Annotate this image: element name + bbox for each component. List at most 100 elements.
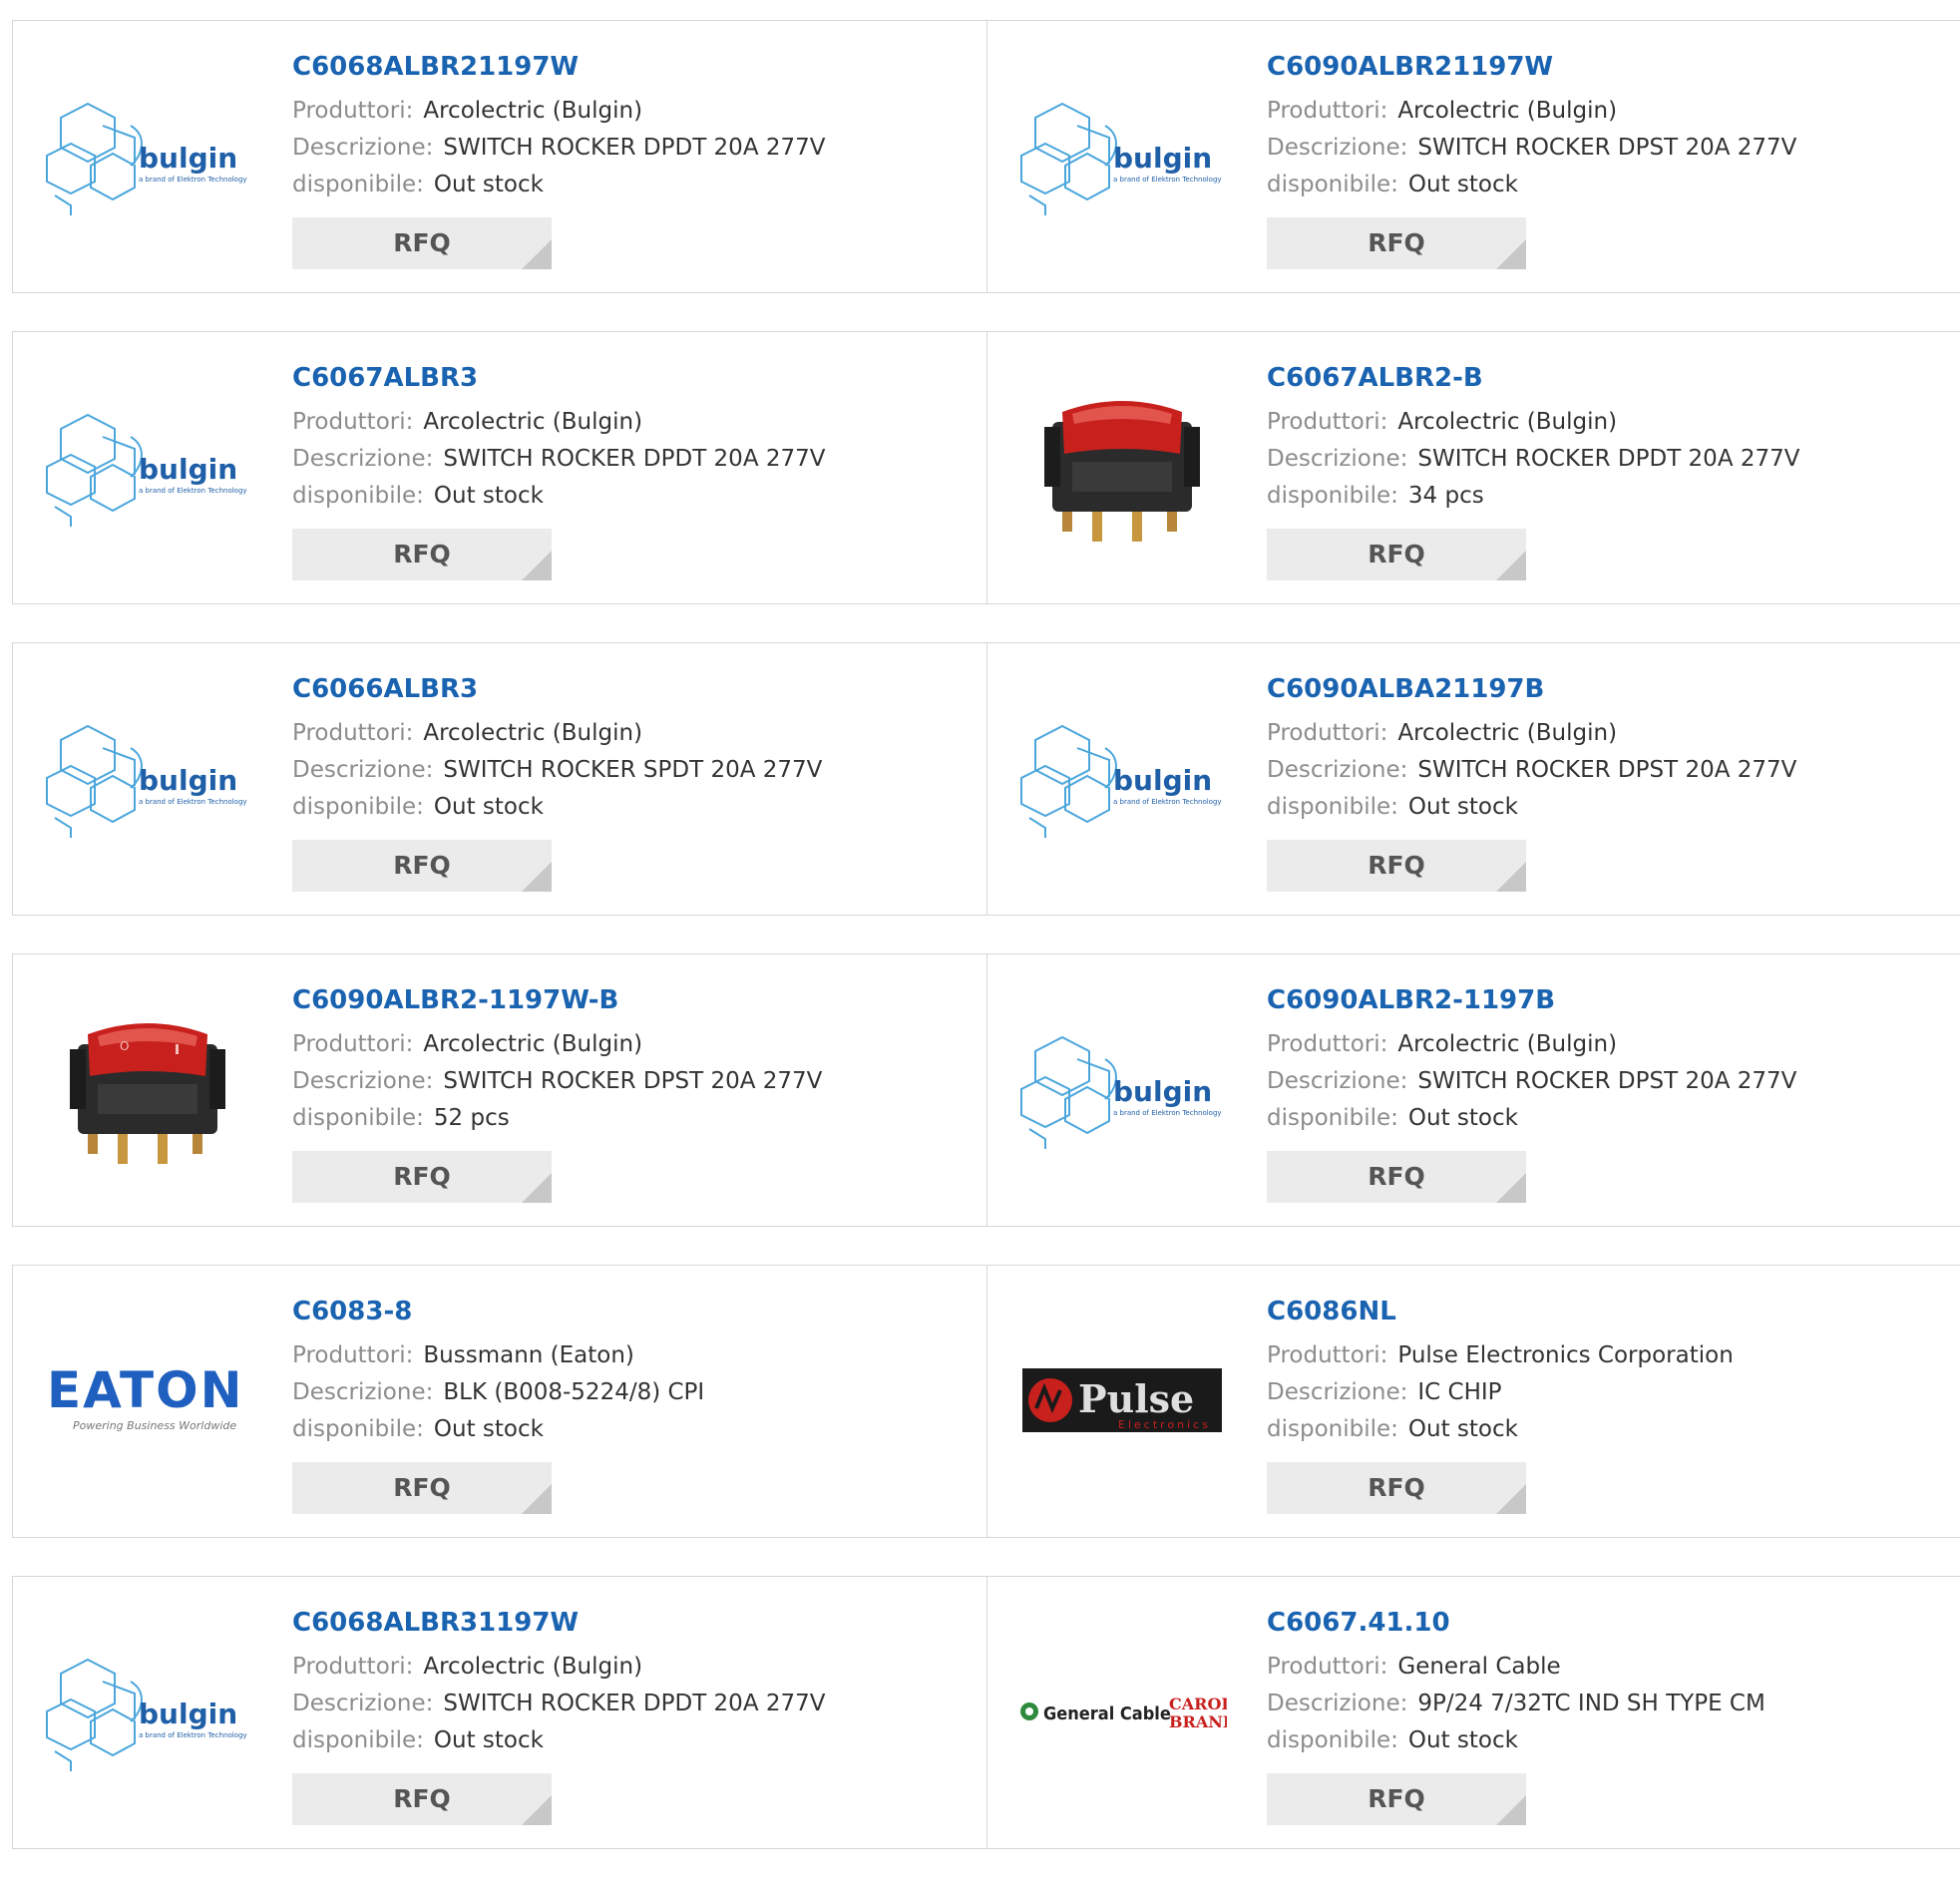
part-number-link[interactable]: C6090ALBR2-1197W-B [292, 982, 822, 1018]
rfq-button[interactable]: RFQ [292, 840, 552, 892]
part-number-link[interactable]: C6068ALBR21197W [292, 49, 826, 85]
rfq-button[interactable]: RFQ [1267, 840, 1526, 892]
rfq-label: RFQ [1368, 851, 1425, 880]
rfq-button[interactable]: RFQ [292, 1151, 552, 1203]
availability-label: disponibile: [292, 483, 424, 509]
description-label: Descrizione: [1267, 135, 1408, 161]
availability-label: disponibile: [1267, 1416, 1398, 1442]
manufacturer-label: Produttori: [1267, 98, 1388, 124]
product-card: bulgin a brand of Elektron Technology C6… [986, 643, 1960, 915]
product-card: General Cable CAROL BRAND C6067.41.10 Pr… [986, 1577, 1960, 1848]
rfq-button[interactable]: RFQ [1267, 1773, 1526, 1825]
svg-text:CAROL: CAROL [1169, 1695, 1227, 1713]
availability-line: disponibile: Out stock [1267, 789, 1796, 826]
availability-label: disponibile: [292, 1105, 424, 1131]
manufacturer-label: Produttori: [292, 1031, 414, 1057]
manufacturer-value: Pulse Electronics Corporation [1397, 1342, 1734, 1368]
svg-text:a brand of Elektron Technology: a brand of Elektron Technology [139, 1731, 247, 1739]
part-number-link[interactable]: C6068ALBR31197W [292, 1605, 826, 1641]
availability-line: disponibile: Out stock [292, 789, 822, 826]
part-number-link[interactable]: C6066ALBR3 [292, 671, 822, 707]
manufacturer-value: Arcolectric (Bulgin) [423, 409, 643, 435]
manufacturer-value: Arcolectric (Bulgin) [423, 720, 643, 746]
bulgin-logo: bulgin a brand of Elektron Technology [1020, 102, 1222, 215]
rfq-label: RFQ [393, 228, 451, 257]
rfq-button[interactable]: RFQ [1267, 217, 1526, 269]
rfq-button[interactable]: RFQ [1267, 1151, 1526, 1203]
product-info: C6067ALBR2-B Produttori: Arcolectric (Bul… [1267, 360, 1800, 580]
manufacturer-label: Produttori: [292, 98, 414, 124]
availability-line: disponibile: Out stock [292, 478, 826, 515]
part-number-link[interactable]: C6083-8 [292, 1294, 704, 1329]
product-card: bulgin a brand of Elektron Technology C6… [986, 954, 1960, 1226]
rfq-corner-decoration [522, 239, 552, 269]
rfq-label: RFQ [393, 851, 451, 880]
availability-line: disponibile: 52 pcs [292, 1100, 822, 1137]
rfq-corner-decoration [522, 1795, 552, 1825]
product-row: bulgin a brand of Elektron Technology C6… [12, 20, 1960, 293]
description-label: Descrizione: [292, 1068, 434, 1094]
part-number-link[interactable]: C6090ALBR21197W [1267, 49, 1796, 85]
availability-value: Out stock [433, 1727, 544, 1753]
manufacturer-line: Produttori: Arcolectric (Bulgin) [292, 715, 822, 752]
bulgin-logo: bulgin a brand of Elektron Technology [46, 413, 247, 527]
description-value: SWITCH ROCKER DPST 20A 277V [443, 1068, 823, 1094]
rfq-corner-decoration [1496, 1484, 1526, 1514]
svg-text:Powering Business Worldwide: Powering Business Worldwide [73, 1419, 236, 1432]
manufacturer-logo: bulgin a brand of Elektron Technology [43, 76, 252, 235]
manufacturer-logo: bulgin a brand of Elektron Technology [43, 387, 252, 547]
availability-line: disponibile: Out stock [1267, 1100, 1796, 1137]
svg-text:a brand of Elektron Technology: a brand of Elektron Technology [139, 798, 247, 806]
part-number-link[interactable]: C6086NL [1267, 1294, 1734, 1329]
availability-line: disponibile: Out stock [1267, 1411, 1734, 1448]
description-value: BLK (B008-5224/8) CPI [443, 1379, 705, 1405]
description-label: Descrizione: [1267, 1691, 1408, 1716]
part-number-link[interactable]: C6067ALBR2-B [1267, 360, 1800, 396]
svg-text:a brand of Elektron Technology: a brand of Elektron Technology [139, 487, 247, 495]
bulgin-logo: bulgin a brand of Elektron Technology [46, 724, 247, 838]
availability-line: disponibile: Out stock [1267, 167, 1796, 203]
manufacturer-value: Bussmann (Eaton) [423, 1342, 634, 1368]
manufacturer-value: Arcolectric (Bulgin) [423, 98, 643, 124]
part-number-link[interactable]: C6090ALBR2-1197B [1267, 982, 1796, 1018]
product-info: C6066ALBR3 Produttori: Arcolectric (Bulgi… [292, 671, 822, 892]
product-row: EATON Powering Business Worldwide C6083-… [12, 1265, 1960, 1538]
availability-label: disponibile: [292, 172, 424, 197]
availability-label: disponibile: [1267, 1105, 1398, 1131]
rfq-label: RFQ [1368, 1162, 1425, 1191]
rfq-label: RFQ [393, 1784, 451, 1813]
part-number-link[interactable]: C6067.41.10 [1267, 1605, 1765, 1641]
bulgin-logo: bulgin a brand of Elektron Technology [46, 102, 247, 215]
part-number-link[interactable]: C6090ALBA21197B [1267, 671, 1796, 707]
description-label: Descrizione: [292, 446, 434, 472]
product-info: C6068ALBR31197W Produttori: Arcolectric (… [292, 1605, 826, 1825]
rfq-corner-decoration [522, 1173, 552, 1203]
description-line: Descrizione: SWITCH ROCKER DPST 20A 277V [1267, 752, 1796, 789]
svg-text:Pulse: Pulse [1078, 1376, 1194, 1421]
svg-text:O: O [120, 1039, 129, 1053]
description-value: SWITCH ROCKER DPST 20A 277V [1417, 757, 1797, 783]
svg-text:bulgin: bulgin [1113, 142, 1212, 175]
rfq-button[interactable]: RFQ [292, 1773, 552, 1825]
availability-label: disponibile: [1267, 1727, 1398, 1753]
description-line: Descrizione: 9P/24 7/32TC IND SH TYPE CM [1267, 1686, 1765, 1722]
manufacturer-label: Produttori: [1267, 1031, 1388, 1057]
description-value: 9P/24 7/32TC IND SH TYPE CM [1417, 1691, 1765, 1716]
rfq-button[interactable]: RFQ [292, 529, 552, 580]
product-row: O C6090ALBR2-1197W-B Produttori: Arcolect… [12, 953, 1960, 1227]
rfq-button[interactable]: RFQ [292, 217, 552, 269]
manufacturer-logo: bulgin a brand of Elektron Technology [1017, 698, 1227, 858]
rfq-button[interactable]: RFQ [1267, 529, 1526, 580]
part-number-link[interactable]: C6067ALBR3 [292, 360, 826, 396]
manufacturer-logo: O [43, 1009, 252, 1169]
description-label: Descrizione: [292, 1691, 434, 1716]
product-info: C6068ALBR21197W Produttori: Arcolectric (… [292, 49, 826, 269]
availability-value: Out stock [1407, 794, 1518, 820]
rfq-corner-decoration [1496, 551, 1526, 580]
manufacturer-line: Produttori: Arcolectric (Bulgin) [292, 93, 826, 130]
availability-label: disponibile: [292, 794, 424, 820]
rfq-button[interactable]: RFQ [292, 1462, 552, 1514]
rfq-label: RFQ [1368, 540, 1425, 568]
rfq-button[interactable]: RFQ [1267, 1462, 1526, 1514]
rfq-corner-decoration [1496, 1173, 1526, 1203]
